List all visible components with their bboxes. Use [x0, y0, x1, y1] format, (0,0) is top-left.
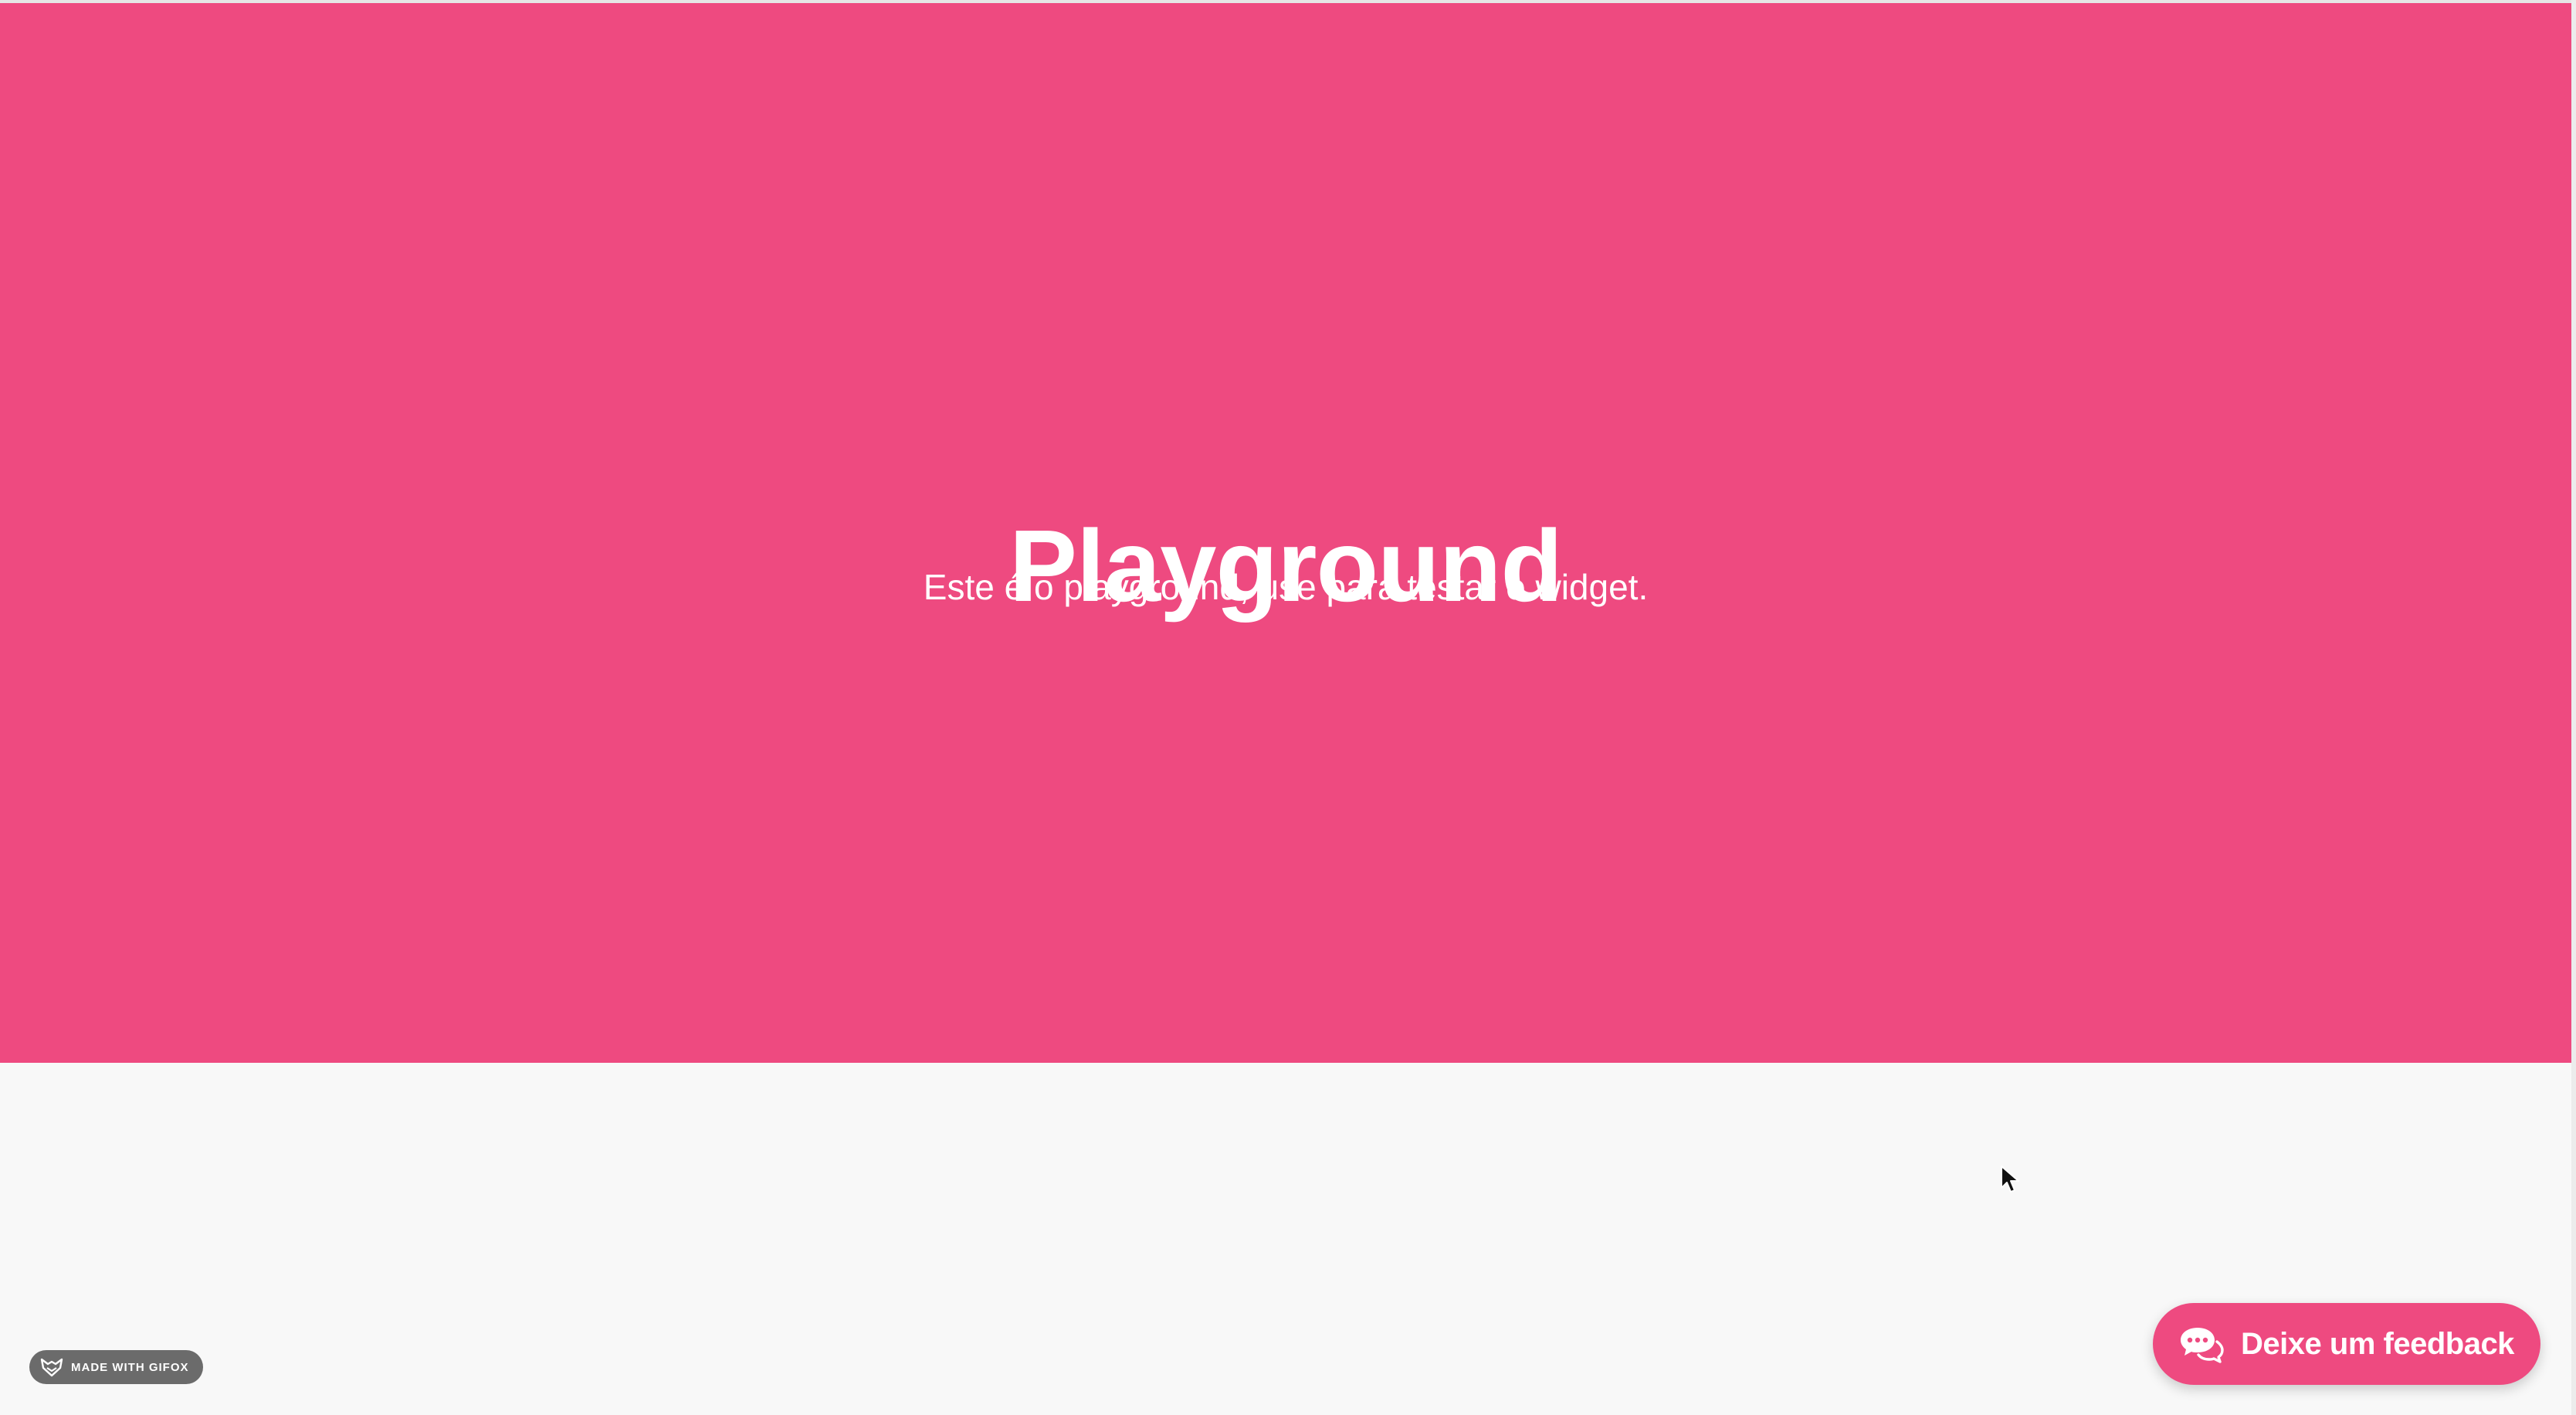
feedback-widget-button[interactable]: Deixe um feedback [2153, 1303, 2540, 1385]
chat-bubbles-icon [2181, 1328, 2224, 1363]
mouse-pointer-icon [2001, 1166, 2019, 1193]
fox-logo-icon [40, 1358, 63, 1377]
gifox-watermark-label: MADE WITH GIFOX [71, 1360, 189, 1374]
playground-page: Playground Este é o playground, use para… [0, 0, 2576, 1415]
window-right-edge [2571, 0, 2576, 1415]
gifox-watermark-badge: MADE WITH GIFOX [29, 1350, 203, 1384]
feedback-widget-label: Deixe um feedback [2241, 1326, 2514, 1361]
page-subtitle: Este é o playground, use para testar o w… [923, 567, 1649, 607]
